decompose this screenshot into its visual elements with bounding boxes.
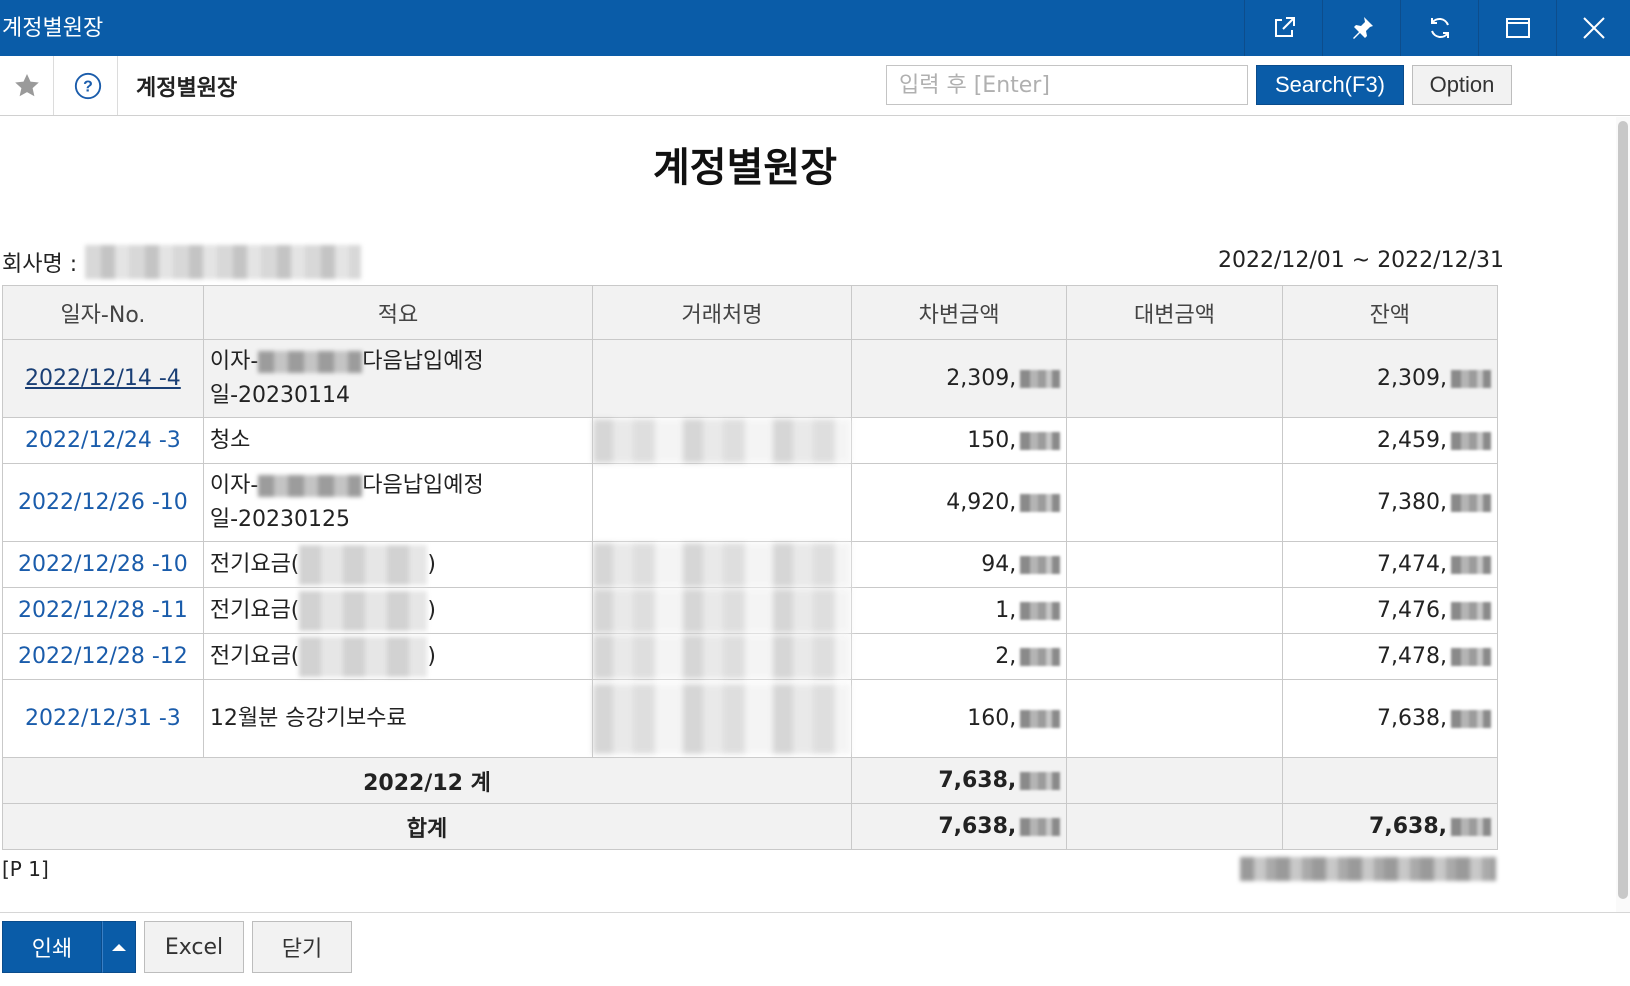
col-header-debit[interactable]: 차변금액 bbox=[850, 285, 1068, 340]
row-description: 이자- 다음납입예정 일-20230125 bbox=[202, 463, 594, 542]
report-period: 2022/12/01 ~ 2022/12/31 bbox=[1217, 248, 1504, 273]
row-debit: 2, bbox=[850, 633, 1068, 680]
svg-text:?: ? bbox=[83, 78, 93, 95]
row-credit bbox=[1066, 463, 1283, 542]
toolbar: ? 계정별원장 Search(F3) Option bbox=[0, 56, 1630, 116]
page-number: [P 1] bbox=[2, 857, 49, 881]
row-date-link[interactable]: 2022/12/24 -3 bbox=[2, 417, 204, 464]
print-options-caret-icon[interactable] bbox=[102, 921, 136, 973]
row-date-link[interactable]: 2022/12/26 -10 bbox=[2, 463, 204, 542]
bottom-action-bar: 인쇄 Excel 닫기 bbox=[0, 912, 1630, 986]
row-balance: 2,309, bbox=[1281, 339, 1499, 418]
subtotal-debit: 7,638, bbox=[850, 757, 1068, 804]
print-button[interactable]: 인쇄 bbox=[2, 921, 102, 973]
row-balance: 2,459, bbox=[1281, 417, 1499, 464]
page-title: 계정별원장 bbox=[136, 76, 238, 101]
total-debit: 7,638, bbox=[850, 803, 1068, 850]
col-header-credit[interactable]: 대변금액 bbox=[1066, 285, 1283, 340]
pin-icon[interactable] bbox=[1322, 0, 1400, 56]
row-vendor-redacted bbox=[592, 541, 852, 588]
row-date-link[interactable]: 2022/12/28 -10 bbox=[2, 541, 204, 588]
row-vendor bbox=[592, 339, 852, 418]
col-header-description[interactable]: 적요 bbox=[202, 285, 594, 340]
row-debit: 160, bbox=[850, 679, 1068, 758]
row-description: 전기요금() bbox=[202, 633, 594, 680]
row-credit bbox=[1066, 417, 1283, 464]
excel-button[interactable]: Excel bbox=[144, 921, 244, 973]
scrollbar-thumb[interactable] bbox=[1618, 121, 1628, 899]
row-credit bbox=[1066, 679, 1283, 758]
col-header-vendor[interactable]: 거래처명 bbox=[592, 285, 852, 340]
row-vendor-redacted bbox=[592, 679, 852, 758]
total-balance: 7,638, bbox=[1281, 803, 1499, 850]
subtotal-credit bbox=[1066, 757, 1283, 804]
table-row[interactable]: 2022/12/31 -3 12월분 승강기보수료 160, 7,638, bbox=[2, 679, 1499, 758]
row-vendor-redacted bbox=[592, 417, 852, 464]
company-name: 회사명 : bbox=[2, 245, 362, 279]
table-row[interactable]: 2022/12/26 -10 이자- 다음납입예정 일-20230125 4,920… bbox=[2, 463, 1499, 542]
row-balance: 7,380, bbox=[1281, 463, 1499, 542]
col-header-balance[interactable]: 잔액 bbox=[1281, 285, 1499, 340]
row-date-link[interactable]: 2022/12/28 -12 bbox=[2, 633, 204, 680]
table-header-row: 일자-No. 적요 거래처명 차변금액 대변금액 잔액 bbox=[2, 285, 1499, 340]
company-label: 회사명 : bbox=[2, 252, 78, 277]
row-vendor bbox=[592, 463, 852, 542]
report-area: 계정별원장 회사명 : 2022/12/01 ~ 2022/12/31 일자-N… bbox=[0, 117, 1616, 912]
row-date-link[interactable]: 2022/12/31 -3 bbox=[2, 679, 204, 758]
table-row[interactable]: 2022/12/28 -11 전기요금() 1, 7,476, bbox=[2, 587, 1499, 634]
row-balance: 7,474, bbox=[1281, 541, 1499, 588]
row-description: 12월분 승강기보수료 bbox=[202, 679, 594, 758]
row-date-link[interactable]: 2022/12/28 -11 bbox=[2, 587, 204, 634]
row-debit: 2,309, bbox=[850, 339, 1068, 418]
row-credit bbox=[1066, 339, 1283, 418]
table-row[interactable]: 2022/12/24 -3 청소 150, 2,459, bbox=[2, 417, 1499, 464]
row-description: 전기요금() bbox=[202, 587, 594, 634]
row-vendor-redacted bbox=[592, 587, 852, 634]
row-description: 전기요금() bbox=[202, 541, 594, 588]
row-description: 이자- 다음납입예정 일-20230114 bbox=[202, 339, 594, 418]
footer-redacted bbox=[1240, 857, 1496, 881]
total-label: 합계 bbox=[2, 803, 852, 850]
row-vendor-redacted bbox=[592, 633, 852, 680]
row-credit bbox=[1066, 633, 1283, 680]
row-debit: 4,920, bbox=[850, 463, 1068, 542]
row-balance: 7,478, bbox=[1281, 633, 1499, 680]
row-credit bbox=[1066, 541, 1283, 588]
total-row: 합계 7,638, 7,638, bbox=[2, 803, 1499, 850]
row-balance: 7,476, bbox=[1281, 587, 1499, 634]
close-button[interactable]: 닫기 bbox=[252, 921, 352, 973]
close-icon[interactable] bbox=[1556, 0, 1630, 56]
subtotal-balance bbox=[1281, 757, 1499, 804]
row-debit: 1, bbox=[850, 587, 1068, 634]
col-header-date[interactable]: 일자-No. bbox=[2, 285, 204, 340]
vertical-scrollbar[interactable] bbox=[1616, 117, 1630, 912]
option-button[interactable]: Option bbox=[1412, 65, 1512, 105]
window-title: 계정별원장 bbox=[2, 16, 104, 41]
row-description: 청소 bbox=[202, 417, 594, 464]
company-name-redacted bbox=[85, 245, 362, 279]
table-row[interactable]: 2022/12/28 -12 전기요금() 2, 7,478, bbox=[2, 633, 1499, 680]
subtotal-label: 2022/12 계 bbox=[2, 757, 852, 804]
row-date-link[interactable]: 2022/12/14 -4 bbox=[2, 339, 204, 418]
star-icon[interactable] bbox=[0, 56, 54, 115]
row-debit: 94, bbox=[850, 541, 1068, 588]
report-title: 계정별원장 bbox=[653, 145, 837, 191]
refresh-icon[interactable] bbox=[1400, 0, 1478, 56]
row-debit: 150, bbox=[850, 417, 1068, 464]
subtotal-row: 2022/12 계 7,638, bbox=[2, 757, 1499, 804]
ledger-table: 일자-No. 적요 거래처명 차변금액 대변금액 잔액 2022/12/14 -… bbox=[2, 285, 1499, 850]
search-input[interactable] bbox=[886, 65, 1248, 105]
total-credit bbox=[1066, 803, 1283, 850]
window-titlebar: 계정별원장 bbox=[0, 0, 1630, 56]
table-row[interactable]: 2022/12/28 -10 전기요금() 94, 7,474, bbox=[2, 541, 1499, 588]
help-icon[interactable]: ? bbox=[58, 56, 118, 115]
open-external-icon[interactable] bbox=[1244, 0, 1322, 56]
table-row[interactable]: 2022/12/14 -4 이자- 다음납입예정 일-20230114 2,309,… bbox=[2, 339, 1499, 418]
maximize-icon[interactable] bbox=[1478, 0, 1556, 56]
search-button[interactable]: Search(F3) bbox=[1256, 65, 1404, 105]
row-credit bbox=[1066, 587, 1283, 634]
row-balance: 7,638, bbox=[1281, 679, 1499, 758]
